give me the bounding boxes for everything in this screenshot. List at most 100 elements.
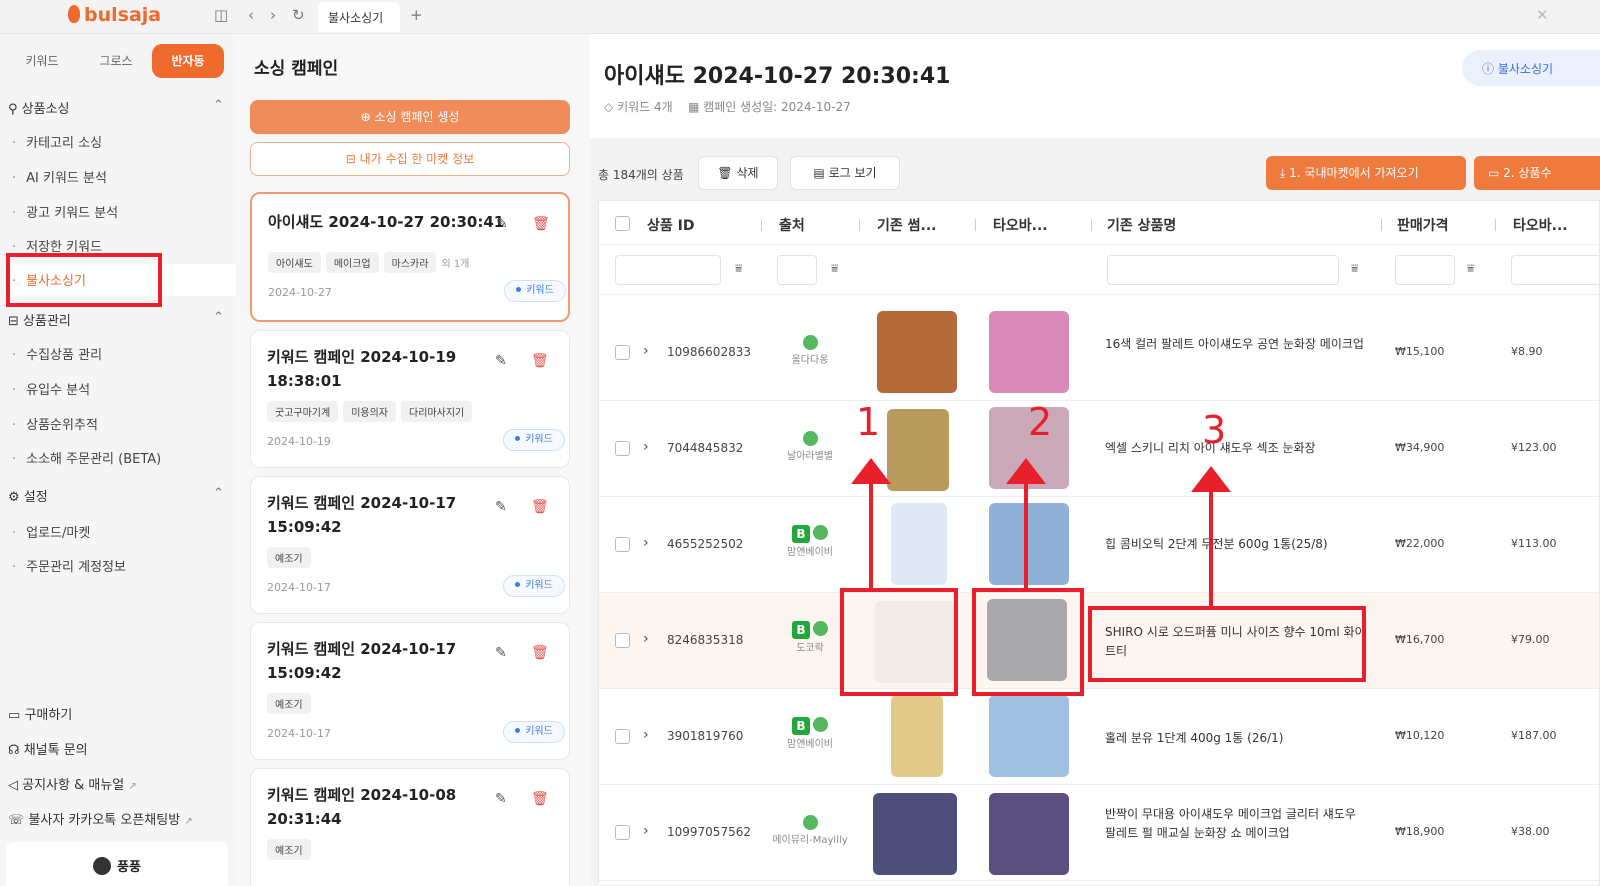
- expand-icon[interactable]: ›: [643, 727, 649, 743]
- expand-icon[interactable]: ›: [643, 535, 649, 551]
- col-original-thumb[interactable]: 기존 썸...: [877, 215, 936, 235]
- row-checkbox[interactable]: [615, 825, 630, 840]
- original-thumbnail[interactable]: [887, 409, 949, 491]
- taobao-filter-input[interactable]: [1511, 255, 1599, 285]
- sidebar-toggle-icon[interactable]: ◫: [214, 6, 228, 24]
- nav-channel-talk[interactable]: ☊ 채널톡 문의: [8, 739, 88, 758]
- original-thumbnail[interactable]: [873, 793, 957, 875]
- campaign-card[interactable]: 키워드 캠페인 2024-10-19 18:38:01 ✎ 🗑 굿고구마기계 미용…: [250, 330, 570, 468]
- expand-icon[interactable]: ›: [643, 823, 649, 839]
- col-taobao-thumb[interactable]: 타오바...: [993, 215, 1048, 235]
- id-filter-input[interactable]: [615, 255, 721, 285]
- taobao-thumbnail[interactable]: [989, 503, 1069, 585]
- row-checkbox[interactable]: [615, 537, 630, 552]
- col-separator[interactable]: [1495, 219, 1496, 231]
- original-thumbnail[interactable]: [877, 311, 957, 393]
- edit-icon[interactable]: ✎: [495, 353, 507, 369]
- taobao-thumbnail[interactable]: [989, 793, 1069, 875]
- filter-icon[interactable]: ⩸: [1467, 261, 1474, 276]
- trash-icon[interactable]: 🗑: [531, 791, 549, 807]
- table-row[interactable]: › 10997057562 메이뮤리-Mayllly 반짝이 무대용 아이섀도우…: [599, 785, 1599, 881]
- section-products[interactable]: ⊟ 상품관리 ⌃: [8, 310, 224, 329]
- segment-keyword[interactable]: 키워드: [6, 44, 78, 78]
- taobao-thumbnail[interactable]: [989, 695, 1069, 777]
- table-row[interactable]: › 3901819760 B 맘앤베이비 홀레 분유 1단계 400g 1통 (2…: [599, 689, 1599, 785]
- expand-icon[interactable]: ›: [643, 631, 649, 647]
- user-profile[interactable]: 풍풍: [6, 842, 228, 886]
- trash-icon[interactable]: 🗑: [531, 499, 549, 515]
- expand-icon[interactable]: ›: [643, 343, 649, 359]
- col-separator[interactable]: [1091, 219, 1092, 231]
- col-separator[interactable]: [859, 219, 860, 231]
- refresh-icon[interactable]: ↻: [292, 6, 305, 24]
- col-separator[interactable]: [1381, 219, 1382, 231]
- campaign-card[interactable]: 키워드 캠페인 2024-10-17 15:09:42 ✎ 🗑 예조기 2024…: [250, 622, 570, 760]
- market-info-button[interactable]: ⊟ 내가 수집 한 마켓 정보: [250, 142, 570, 176]
- col-source[interactable]: 출처: [779, 215, 805, 235]
- col-price[interactable]: 판매가격: [1397, 215, 1449, 235]
- delete-button[interactable]: 🗑 삭제: [698, 156, 778, 190]
- col-taobao-price[interactable]: 타오바...: [1513, 215, 1568, 235]
- trash-icon[interactable]: 🗑: [532, 216, 550, 232]
- filter-icon[interactable]: ⩸: [735, 261, 742, 276]
- log-button[interactable]: ▤ 로그 보기: [790, 156, 900, 190]
- back-icon[interactable]: ‹: [248, 6, 254, 24]
- sidebar-item-ad-keyword[interactable]: 광고 키워드 분석: [12, 202, 118, 221]
- help-button[interactable]: ⓘ 불사소싱기: [1462, 50, 1600, 86]
- sidebar-item-orders[interactable]: 소소해 주문관리 (BETA): [12, 448, 161, 467]
- nav-purchase[interactable]: ▭ 구매하기: [8, 704, 72, 723]
- expand-icon[interactable]: ›: [643, 439, 649, 455]
- product-id[interactable]: 10986602833: [667, 345, 751, 359]
- nav-notice[interactable]: ◁ 공지사항 & 매뉴얼 ↗: [8, 774, 137, 793]
- nav-kakao[interactable]: ☏ 불사자 카카오톡 오픈채팅방 ↗: [8, 809, 193, 828]
- browser-tab[interactable]: 불사소싱기: [318, 2, 400, 32]
- original-thumbnail[interactable]: [891, 695, 943, 777]
- table-row[interactable]: › 10986602833 올다다옹 16색 컬러 팔레트 아이섀도우 공연 눈…: [599, 305, 1599, 401]
- trash-icon[interactable]: 🗑: [531, 645, 549, 661]
- product-id[interactable]: 8246835318: [667, 633, 743, 647]
- section-sourcing[interactable]: ⚲ 상품소싱 ⌃: [8, 98, 224, 117]
- segment-growth[interactable]: 그로스: [80, 44, 152, 78]
- row-checkbox[interactable]: [615, 345, 630, 360]
- col-separator[interactable]: [975, 219, 976, 231]
- edit-icon[interactable]: ✎: [495, 791, 507, 807]
- filter-icon[interactable]: ⩸: [831, 261, 838, 276]
- table-row[interactable]: › 4655252502 B 맘앤베이비 힙 콤비오틱 2단계 무전분 600g …: [599, 497, 1599, 593]
- import-button[interactable]: ⤓ 1. 국내마켓에서 가져오기: [1266, 156, 1466, 190]
- col-separator[interactable]: [761, 219, 762, 231]
- edit-icon[interactable]: ✎: [495, 645, 507, 661]
- name-filter-input[interactable]: [1107, 255, 1339, 285]
- sidebar-item-account[interactable]: 주문관리 계정정보: [12, 556, 126, 575]
- product-id[interactable]: 4655252502: [667, 537, 743, 551]
- close-icon[interactable]: ✕: [1536, 6, 1549, 24]
- row-checkbox[interactable]: [615, 633, 630, 648]
- sidebar-item-traffic[interactable]: 유입수 분석: [12, 379, 90, 398]
- original-thumbnail[interactable]: [891, 503, 947, 585]
- section-settings[interactable]: ⚙ 설정 ⌃: [8, 486, 224, 505]
- row-checkbox[interactable]: [615, 729, 630, 744]
- col-original-name[interactable]: 기존 상품명: [1107, 215, 1176, 235]
- trash-icon[interactable]: 🗑: [531, 353, 549, 369]
- product-id[interactable]: 10997057562: [667, 825, 751, 839]
- create-campaign-button[interactable]: ⊕ 소싱 캠페인 생성: [250, 100, 570, 134]
- edit-icon[interactable]: ✎: [496, 216, 508, 232]
- sidebar-item-upload[interactable]: 업로드/마켓: [12, 522, 90, 541]
- select-all-checkbox[interactable]: [615, 216, 630, 231]
- table-row[interactable]: › 7044845832 날아라별별 엑셀 스키니 리치 아이 섀도우 섹조 눈…: [599, 401, 1599, 497]
- row-checkbox[interactable]: [615, 441, 630, 456]
- sidebar-item-rank[interactable]: 상품순위추적: [12, 414, 98, 433]
- bulsaja-logo[interactable]: bulsaja: [68, 4, 161, 26]
- step2-button[interactable]: ▭ 2. 상품수: [1474, 156, 1600, 190]
- segment-semi-auto[interactable]: 반자동: [152, 44, 224, 78]
- col-product-id[interactable]: 상품 ID: [647, 215, 694, 235]
- sidebar-item-collected[interactable]: 수집상품 관리: [12, 344, 102, 363]
- sidebar-item-category[interactable]: 카테고리 소싱: [12, 132, 102, 151]
- forward-icon[interactable]: ›: [270, 6, 276, 24]
- edit-icon[interactable]: ✎: [495, 499, 507, 515]
- price-filter-input[interactable]: [1395, 255, 1455, 285]
- sidebar-item-ai-keyword[interactable]: AI 키워드 분석: [12, 167, 107, 186]
- product-id[interactable]: 7044845832: [667, 441, 743, 455]
- filter-icon[interactable]: ⩸: [1351, 261, 1358, 276]
- product-id[interactable]: 3901819760: [667, 729, 743, 743]
- campaign-card[interactable]: 아이섀도 2024-10-27 20:30:41 ✎ 🗑 아이섀도 메이크업 마스카…: [250, 192, 570, 322]
